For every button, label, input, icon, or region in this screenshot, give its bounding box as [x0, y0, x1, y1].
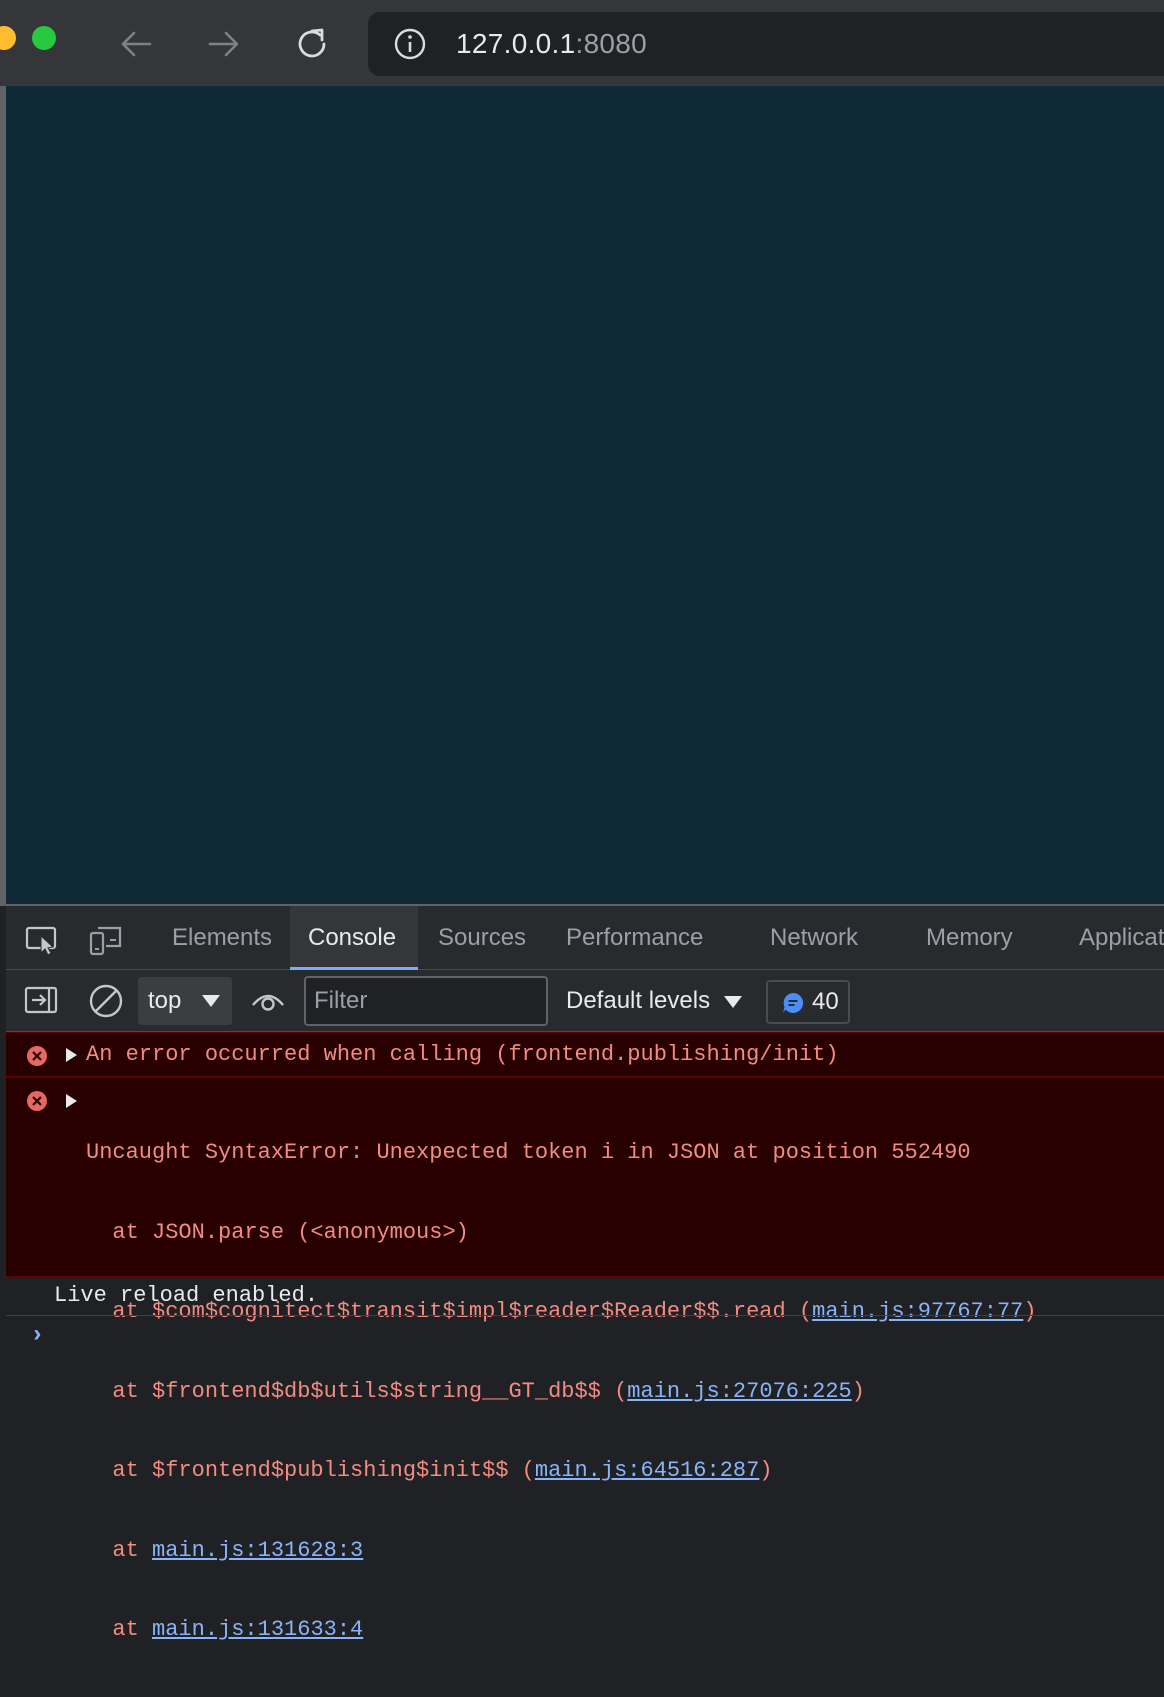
url-host: 127.0.0.1	[456, 28, 576, 59]
stack-line: at main.js:131633:4	[86, 1617, 1037, 1644]
expand-triangle-icon[interactable]	[66, 1094, 77, 1108]
console-error-message[interactable]: Uncaught SyntaxError: Unexpected token i…	[6, 1077, 1164, 1642]
info-icon[interactable]	[394, 28, 426, 60]
address-bar[interactable]: 127.0.0.1:8080	[368, 12, 1164, 76]
url-text: 127.0.0.1:8080	[456, 28, 647, 60]
issues-count: 40	[812, 988, 839, 1015]
stack-text: )	[759, 1458, 773, 1483]
devtools-tab-bar: Elements Console Sources Performance Net…	[6, 906, 1164, 970]
log-levels-dropdown[interactable]: Default levels	[566, 970, 743, 1032]
stack-line: at main.js:131628:3	[86, 1538, 1037, 1565]
stack-line: at $frontend$publishing$init$$ (main.js:…	[86, 1458, 1037, 1485]
tab-memory[interactable]: Memory	[908, 906, 1031, 970]
expand-triangle-icon[interactable]	[66, 1048, 77, 1062]
clear-console-icon[interactable]	[88, 983, 124, 1019]
inspect-element-icon[interactable]	[24, 922, 60, 958]
stack-text: at $frontend$publishing$init$$ (	[86, 1458, 535, 1483]
stack-text: at JSON.parse (<anonymous>)	[86, 1219, 469, 1245]
stack-text: at $frontend$db$utils$string__GT_db$$ (	[86, 1378, 628, 1404]
source-link[interactable]: main.js:131628:3	[152, 1538, 363, 1563]
arrow-right-icon	[208, 31, 239, 57]
error-icon	[27, 1046, 47, 1066]
device-toolbar-icon[interactable]	[88, 922, 124, 958]
back-button[interactable]	[114, 22, 158, 66]
error-stack: Uncaught SyntaxError: Unexpected token i…	[86, 1087, 1037, 1697]
source-link[interactable]: main.js:64516:287	[535, 1458, 759, 1483]
stack-text: )	[851, 1378, 865, 1404]
context-selector-value: top	[148, 987, 182, 1014]
reload-icon	[298, 28, 326, 58]
error-icon	[27, 1091, 47, 1111]
caret-down-icon	[202, 995, 220, 1007]
stack-text: at	[86, 1617, 153, 1642]
error-headline: Uncaught SyntaxError: Unexpected token i…	[86, 1140, 971, 1165]
forward-button[interactable]	[202, 22, 246, 66]
console-error-message[interactable]: An error occurred when calling (frontend…	[6, 1032, 1164, 1077]
log-text: Live reload enabled.	[54, 1283, 319, 1308]
console-toolbar: top Default levels 40	[6, 970, 1164, 1032]
error-text: An error occurred when calling (frontend…	[86, 1042, 839, 1067]
stack-line: at $frontend$db$utils$string__GT_db$$ (m…	[86, 1379, 1037, 1406]
context-selector[interactable]: top	[138, 977, 232, 1025]
caret-down-icon	[724, 995, 743, 1008]
devtools-panel: Elements Console Sources Performance Net…	[6, 906, 1164, 1642]
arrow-left-icon	[121, 31, 152, 57]
tab-sources[interactable]: Sources	[420, 906, 544, 970]
tab-application[interactable]: Applicat	[1061, 906, 1164, 970]
console-messages: An error occurred when calling (frontend…	[6, 1032, 1164, 1642]
minimize-window-button[interactable]	[0, 26, 16, 50]
source-link[interactable]: main.js:131633:4	[152, 1617, 363, 1642]
page-viewport[interactable]	[6, 86, 1164, 904]
log-levels-label: Default levels	[566, 987, 711, 1014]
stack-text: at	[86, 1537, 153, 1563]
source-link[interactable]: main.js:27076:225	[627, 1379, 851, 1404]
url-port: :8080	[575, 28, 648, 59]
tab-elements[interactable]: Elements	[154, 906, 290, 970]
issues-counter-button[interactable]: 40	[766, 980, 850, 1024]
zoom-window-button[interactable]	[32, 26, 56, 50]
reload-button[interactable]	[290, 22, 334, 66]
message-bubble-icon	[783, 992, 804, 1013]
sidebar-toggle-icon[interactable]	[24, 983, 60, 1019]
filter-input[interactable]	[304, 976, 548, 1026]
tab-performance[interactable]: Performance	[548, 906, 721, 970]
eye-icon[interactable]	[250, 983, 286, 1019]
console-log-message[interactable]: Live reload enabled.	[6, 1277, 1164, 1316]
stack-line: at JSON.parse (<anonymous>)	[86, 1220, 1037, 1247]
browser-toolbar: 127.0.0.1:8080	[0, 0, 1164, 86]
tab-network[interactable]: Network	[752, 906, 876, 970]
tab-console[interactable]: Console	[290, 906, 418, 970]
console-prompt[interactable]: ›	[30, 1322, 44, 1349]
